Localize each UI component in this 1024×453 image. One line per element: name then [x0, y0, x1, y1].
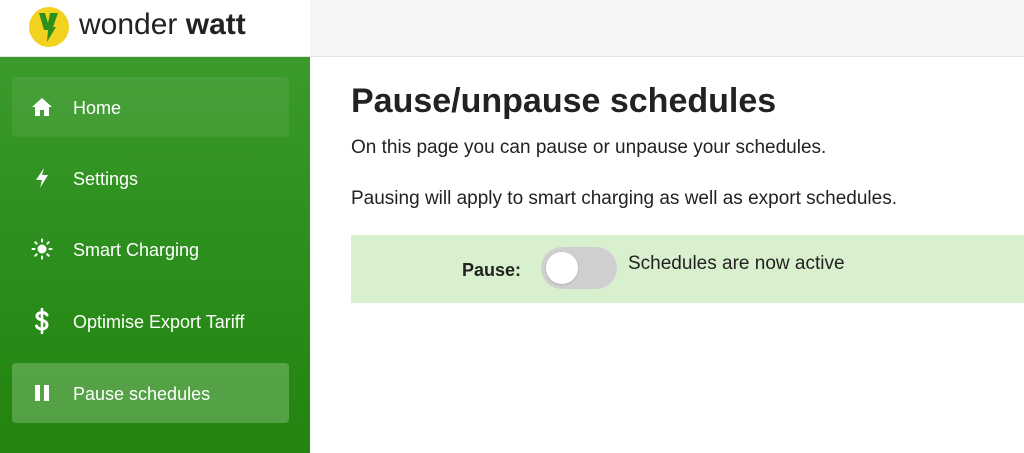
pause-label: Pause:: [462, 260, 522, 280]
pause-status-text: Schedules are now active: [628, 253, 845, 274]
lightning-icon: [30, 166, 54, 190]
pause-panel: Pause: Schedules are now active: [351, 235, 1024, 303]
sidebar-item-label: Smart Charging: [73, 240, 200, 260]
pause-toggle[interactable]: [541, 247, 617, 289]
sidebar-item-label: Settings: [73, 169, 139, 189]
brand-name-bold: watt: [185, 8, 246, 41]
app-page: wonder watt Home Settings Smart Charging…: [0, 0, 1024, 453]
sidebar: Home Settings Smart Charging Optimise Ex…: [0, 57, 310, 453]
home-icon: [30, 95, 54, 119]
brand-name-light: wonder: [79, 8, 186, 41]
note-text: Pausing will apply to smart charging as …: [351, 188, 897, 209]
brand[interactable]: wonder watt: [0, 0, 310, 56]
main-content: Pause/unpause schedules On this page you…: [351, 57, 1024, 453]
sidebar-item-label: Home: [73, 98, 122, 118]
sun-icon: [30, 237, 54, 261]
sidebar-item-pause-schedules[interactable]: Pause schedules: [12, 363, 289, 423]
sidebar-item-smart-charging[interactable]: Smart Charging: [12, 219, 289, 279]
intro-text: On this page you can pause or unpause yo…: [351, 137, 827, 158]
sidebar-item-label: Pause schedules: [73, 384, 211, 404]
sidebar-item-optimise-export-tariff[interactable]: Optimise Export Tariff: [12, 291, 289, 351]
dollar-icon: [30, 308, 54, 334]
lightning-logo-icon: [29, 7, 69, 47]
sidebar-item-home[interactable]: Home: [12, 77, 289, 137]
pause-icon: [30, 381, 54, 405]
sidebar-item-settings[interactable]: Settings: [12, 148, 289, 208]
sidebar-item-label: Optimise Export Tariff: [73, 312, 245, 332]
top-bar: wonder watt: [0, 0, 1024, 57]
toggle-knob: [546, 252, 578, 284]
brand-name: wonder watt: [79, 7, 246, 43]
page-title: Pause/unpause schedules: [351, 82, 777, 120]
